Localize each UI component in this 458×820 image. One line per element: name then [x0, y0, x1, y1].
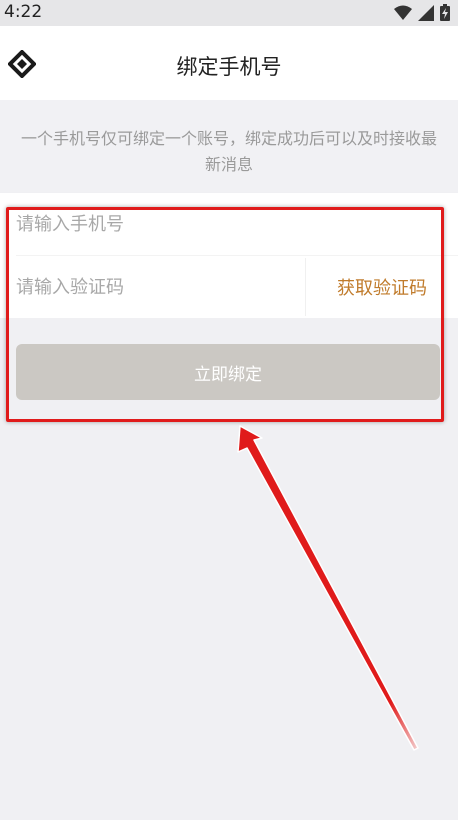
bind-now-button[interactable]: 立即绑定 — [16, 344, 440, 400]
notice-banner: 一个手机号仅可绑定一个账号，绑定成功后可以及时接收最新消息 — [0, 100, 458, 192]
signal-icon — [418, 4, 434, 21]
phone-input[interactable] — [16, 193, 416, 255]
get-code-button[interactable]: 获取验证码 — [306, 256, 458, 318]
code-field: 获取验证码 — [0, 256, 458, 318]
verification-code-input[interactable] — [16, 264, 286, 310]
status-icons — [394, 4, 450, 21]
bind-form: 获取验证码 — [0, 193, 458, 318]
wifi-icon — [394, 5, 412, 20]
page-title: 绑定手机号 — [176, 55, 282, 79]
phone-field — [0, 193, 458, 256]
app-bar: 绑定手机号 — [0, 26, 458, 100]
status-bar: 4:22 — [0, 0, 458, 26]
battery-icon — [440, 4, 450, 21]
status-time: 4:22 — [4, 2, 43, 22]
notice-text: 一个手机号仅可绑定一个账号，绑定成功后可以及时接收最新消息 — [20, 129, 437, 174]
